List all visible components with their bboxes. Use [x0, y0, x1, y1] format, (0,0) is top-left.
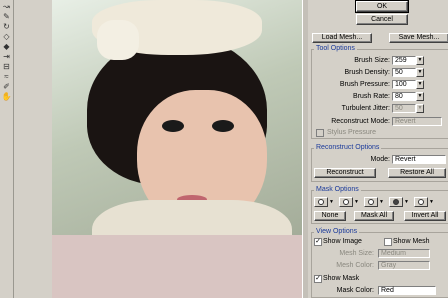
- photo-eye-right: [212, 120, 234, 132]
- turbulent-jitter-input: 50: [392, 104, 416, 113]
- mode-label: Mode:: [370, 156, 390, 163]
- push-tool-icon[interactable]: ⇥: [1, 52, 12, 62]
- tool-options-title: Tool Options: [314, 45, 357, 53]
- cancel-button[interactable]: Cancel: [356, 14, 408, 25]
- freeze-mask-tool-icon[interactable]: ✐: [1, 82, 12, 92]
- add-dropdown-icon[interactable]: ▼: [354, 198, 361, 206]
- brush-rate-label: Brush Rate:: [353, 93, 390, 100]
- brush-pressure-input[interactable]: 100: [392, 80, 416, 89]
- brush-pressure-dropdown-icon[interactable]: ▼: [416, 80, 424, 89]
- mask-options-title: Mask Options: [314, 186, 361, 194]
- reconstruct-options-title: Reconstruct Options: [314, 144, 382, 152]
- show-mesh-label: Show Mesh: [393, 238, 430, 245]
- view-options-title: View Options: [314, 228, 360, 236]
- mirror-tool-icon[interactable]: ⊟: [1, 62, 12, 72]
- replace-selection-icon[interactable]: [314, 197, 328, 207]
- bloat-tool-icon[interactable]: ◆: [1, 42, 12, 52]
- pucker-tool-icon[interactable]: ◇: [1, 32, 12, 42]
- show-image-label: Show Image: [323, 238, 362, 245]
- intersect-dropdown-icon[interactable]: ▼: [404, 198, 411, 206]
- save-mesh-button[interactable]: Save Mesh...: [389, 33, 448, 43]
- brush-size-dropdown-icon[interactable]: ▼: [416, 56, 424, 65]
- invert-all-button[interactable]: Invert All: [404, 211, 446, 221]
- brush-density-dropdown-icon[interactable]: ▼: [416, 68, 424, 77]
- warp-tool-icon[interactable]: ↝: [1, 2, 12, 12]
- reconstruct-mode-label: Reconstruct Mode:: [331, 118, 390, 125]
- stylus-pressure-checkbox: [316, 129, 324, 137]
- mesh-size-select: Medium: [378, 249, 430, 258]
- reconstruct-tool-icon[interactable]: ✎: [1, 12, 12, 22]
- none-button[interactable]: None: [314, 211, 346, 221]
- mask-color-select[interactable]: Red: [378, 286, 436, 295]
- load-mesh-button[interactable]: Load Mesh...: [312, 33, 372, 43]
- photo-dress: [52, 235, 302, 298]
- turbulence-tool-icon[interactable]: ≈: [1, 72, 12, 82]
- photo-eye-left: [162, 120, 184, 132]
- mode-select[interactable]: Revert: [392, 155, 446, 164]
- brush-density-input[interactable]: 50: [392, 68, 416, 77]
- twirl-tool-icon[interactable]: ↻: [1, 22, 12, 32]
- mesh-size-label: Mesh Size:: [339, 250, 374, 257]
- mesh-color-select: Gray: [378, 261, 430, 270]
- invert-dropdown-icon[interactable]: ▼: [429, 198, 436, 206]
- brush-size-input[interactable]: 259: [392, 56, 416, 65]
- reconstruct-button[interactable]: Reconstruct: [314, 168, 376, 178]
- invert-selection-icon[interactable]: [414, 197, 428, 207]
- brush-size-label: Brush Size:: [354, 57, 390, 64]
- reconstruct-mode-select: Revert: [392, 117, 442, 126]
- mask-all-button[interactable]: Mask All: [354, 211, 394, 221]
- replace-dropdown-icon[interactable]: ▼: [329, 198, 336, 206]
- intersect-selection-icon[interactable]: [389, 197, 403, 207]
- turbulent-jitter-dropdown-icon: ▼: [416, 104, 424, 113]
- ok-button[interactable]: OK: [355, 0, 409, 13]
- brush-rate-input[interactable]: 80: [392, 92, 416, 101]
- show-mask-checkbox[interactable]: ✓: [314, 275, 322, 283]
- brush-density-label: Brush Density:: [344, 69, 390, 76]
- brush-pressure-label: Brush Pressure:: [339, 81, 390, 88]
- brush-rate-dropdown-icon[interactable]: ▼: [416, 92, 424, 101]
- mask-color-label: Mask Color:: [336, 287, 374, 294]
- preview-canvas[interactable]: [52, 0, 302, 298]
- options-panel: OK Cancel Load Mesh... Save Mesh... Tool…: [308, 0, 448, 298]
- hand-tool-icon[interactable]: ✋: [1, 92, 12, 102]
- show-image-checkbox[interactable]: ✓: [314, 238, 322, 246]
- show-mask-label: Show Mask: [323, 275, 360, 282]
- mesh-color-label: Mesh Color:: [336, 262, 374, 269]
- subtract-from-selection-icon[interactable]: [364, 197, 378, 207]
- stylus-pressure-label: Stylus Pressure: [327, 129, 377, 136]
- tool-strip: ↝ ✎ ↻ ◇ ◆ ⇥ ⊟ ≈ ✐ ✋: [0, 0, 14, 298]
- add-to-selection-icon[interactable]: [339, 197, 353, 207]
- photo-bow: [97, 20, 139, 60]
- show-mesh-checkbox[interactable]: [384, 238, 392, 246]
- restore-all-button[interactable]: Restore All: [388, 168, 446, 178]
- turbulent-jitter-label: Turbulent Jitter:: [341, 105, 390, 112]
- subtract-dropdown-icon[interactable]: ▼: [379, 198, 386, 206]
